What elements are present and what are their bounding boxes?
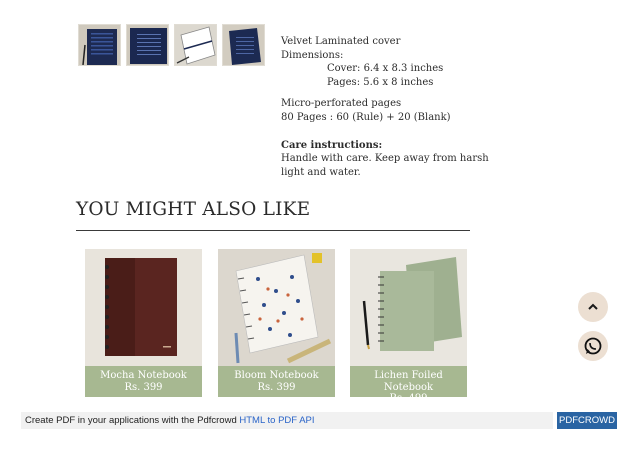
product-image-lichen[interactable]: [350, 249, 467, 366]
cover-size: Cover: 6.4 x 8.3 inches: [327, 63, 444, 75]
product-name: Bloom Notebook: [234, 370, 319, 381]
product-price: Rs. 399: [124, 381, 163, 393]
notebook-angled-icon: [127, 25, 168, 65]
product-card-bloom[interactable]: Bloom Notebook Rs. 399: [218, 249, 335, 397]
product-name: Mocha Notebook: [100, 370, 187, 381]
product-caption-lichen[interactable]: Lichen Foiled Notebook Rs. 499: [350, 366, 467, 404]
footer-text: Create PDF in your applications with the…: [25, 415, 240, 426]
pdf-footer: Create PDF in your applications with the…: [21, 412, 553, 429]
section-title: YOU MIGHT ALSO LIKE: [76, 199, 311, 220]
thumbnail-3[interactable]: [174, 24, 217, 66]
product-card-mocha[interactable]: Mocha Notebook Rs. 399: [85, 249, 202, 397]
product-image-mocha[interactable]: [85, 249, 202, 366]
care-line-1: Handle with care. Keep away from harsh: [281, 153, 489, 165]
scroll-top-button[interactable]: [578, 292, 608, 322]
product-price: Rs. 399: [257, 381, 296, 393]
product-caption-bloom[interactable]: Bloom Notebook Rs. 399: [218, 366, 335, 397]
product-name: Lichen Foiled Notebook: [374, 370, 443, 393]
thumbnail-gallery: [78, 24, 265, 66]
section-divider: [76, 230, 470, 231]
product-price: Rs. 499: [389, 393, 428, 404]
dimensions-label: Dimensions:: [281, 49, 344, 61]
product-caption-mocha[interactable]: Mocha Notebook Rs. 399: [85, 366, 202, 397]
pages-count: 80 Pages : 60 (Rule) + 20 (Blank): [281, 111, 451, 123]
notebook-brown-icon: [85, 249, 202, 366]
notebook-green-icon: [350, 249, 467, 366]
notebook-front-icon: [79, 25, 120, 65]
thumbnail-4[interactable]: [222, 24, 265, 66]
product-details: Velvet Laminated cover Dimensions: Cover…: [281, 35, 489, 179]
pages-size: Pages: 5.6 x 8 inches: [327, 76, 434, 88]
notebook-floral-icon: [218, 249, 335, 366]
notebook-open-icon: [175, 25, 216, 65]
thumbnail-1[interactable]: [78, 24, 121, 66]
pdfcrowd-button[interactable]: PDFCROWD: [557, 412, 617, 429]
care-line-2: light and water.: [281, 166, 361, 178]
thumbnail-2[interactable]: [126, 24, 169, 66]
whatsapp-button[interactable]: [578, 331, 608, 361]
pages-type: Micro-perforated pages: [281, 98, 402, 110]
notebook-closed-icon: [223, 25, 264, 65]
cover-text: Velvet Laminated cover: [281, 36, 401, 47]
care-title: Care instructions:: [281, 139, 383, 151]
footer-link[interactable]: HTML to PDF API: [239, 415, 314, 426]
product-card-lichen[interactable]: Lichen Foiled Notebook Rs. 499: [350, 249, 467, 404]
product-image-bloom[interactable]: [218, 249, 335, 366]
chevron-up-icon: [588, 303, 598, 310]
whatsapp-icon: [584, 337, 602, 355]
